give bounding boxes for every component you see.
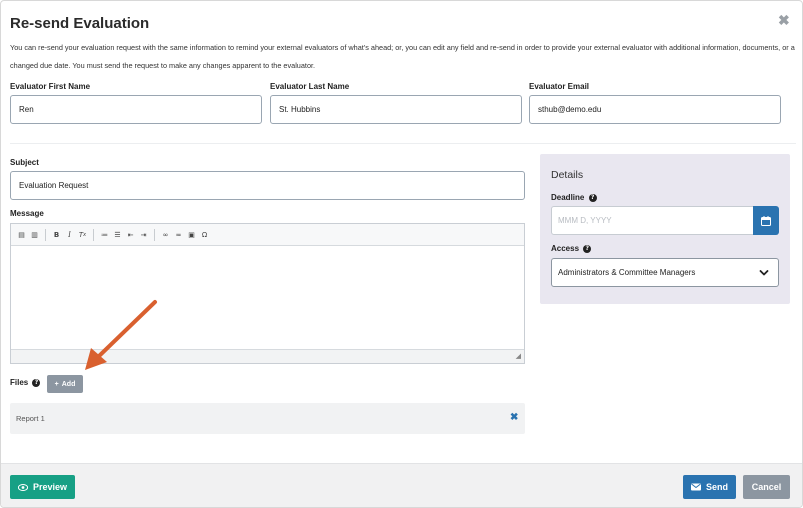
clear-format-icon[interactable]: Tx <box>77 228 88 242</box>
subject-field[interactable]: Evaluation Request <box>10 171 525 200</box>
cancel-button[interactable]: Cancel <box>743 475 790 499</box>
files-label-text: Files <box>10 378 29 387</box>
add-file-button[interactable]: + Add <box>47 375 83 393</box>
image-icon[interactable]: ▣ <box>186 228 197 242</box>
email-field[interactable]: sthub@demo.edu <box>529 95 781 124</box>
toolbar-divider <box>45 228 46 241</box>
plus-icon: + <box>54 380 59 388</box>
eye-icon <box>17 483 28 491</box>
resize-handle-icon[interactable]: ◢ <box>516 352 521 360</box>
files-label: Files ? <box>10 378 41 387</box>
first-name-label: Evaluator First Name <box>10 82 91 91</box>
outdent-icon[interactable]: ⇤ <box>125 228 136 242</box>
last-name-field[interactable]: St. Hubbins <box>270 95 522 124</box>
file-name: Report 1 <box>16 414 45 423</box>
calendar-button[interactable] <box>753 206 779 235</box>
message-label: Message <box>10 209 44 218</box>
indent-icon[interactable]: ⇥ <box>138 228 149 242</box>
file-row: Report 1 ✖ <box>10 403 525 434</box>
access-value: Administrators & Committee Managers <box>558 268 696 277</box>
calendar-icon <box>761 215 771 226</box>
bullet-list-icon[interactable]: ☰ <box>112 228 123 242</box>
numbered-list-icon[interactable]: ≔ <box>99 228 110 242</box>
access-label: Access ? <box>551 244 592 253</box>
resend-evaluation-modal: Re-send Evaluation ✖ You can re-send you… <box>0 0 803 508</box>
section-divider <box>10 143 796 144</box>
email-label: Evaluator Email <box>529 82 590 91</box>
help-icon[interactable]: ? <box>583 244 592 253</box>
modal-footer: Preview Send Cancel <box>1 463 802 507</box>
access-label-text: Access <box>551 244 580 253</box>
preview-button[interactable]: Preview <box>10 475 75 499</box>
bold-icon[interactable]: B <box>51 228 62 242</box>
toolbar-divider <box>154 228 155 241</box>
remove-file-icon[interactable]: ✖ <box>510 412 518 423</box>
chevron-down-icon <box>759 270 769 276</box>
toolbar-divider <box>93 228 94 241</box>
close-icon[interactable]: ✖ <box>778 12 790 29</box>
special-char-icon[interactable]: Ω <box>199 228 210 242</box>
details-title: Details <box>551 169 584 181</box>
deadline-label-text: Deadline <box>551 193 585 202</box>
deadline-label: Deadline ? <box>551 193 597 202</box>
preview-label: Preview <box>32 482 68 492</box>
help-icon[interactable]: ? <box>32 378 41 387</box>
envelope-icon <box>690 483 701 491</box>
send-label: Send <box>705 482 728 492</box>
subject-label: Subject <box>10 158 39 167</box>
italic-icon[interactable]: I <box>64 228 75 242</box>
help-icon[interactable]: ? <box>588 193 597 202</box>
first-name-field[interactable]: Ren <box>10 95 262 124</box>
add-file-label: Add <box>61 380 76 388</box>
modal-title: Re-send Evaluation <box>10 15 150 32</box>
paste-text-icon[interactable]: ▥ <box>29 228 40 242</box>
details-panel: Details Deadline ? MMM D, YYYY Access ? … <box>540 154 790 304</box>
send-button[interactable]: Send <box>683 475 736 499</box>
deadline-input[interactable]: MMM D, YYYY <box>551 206 754 235</box>
last-name-label: Evaluator Last Name <box>270 82 350 91</box>
unlink-icon[interactable]: ≂ <box>173 228 184 242</box>
access-select[interactable]: Administrators & Committee Managers <box>551 258 779 287</box>
intro-text: You can re-send your evaluation request … <box>10 43 795 70</box>
link-icon[interactable]: ∞ <box>160 228 171 242</box>
editor-toolbar: ▤ ▥ B I Tx ≔ ☰ ⇤ ⇥ ∞ ≂ ▣ Ω <box>11 224 524 246</box>
annotation-arrow-icon <box>85 300 157 370</box>
paste-icon[interactable]: ▤ <box>16 228 27 242</box>
